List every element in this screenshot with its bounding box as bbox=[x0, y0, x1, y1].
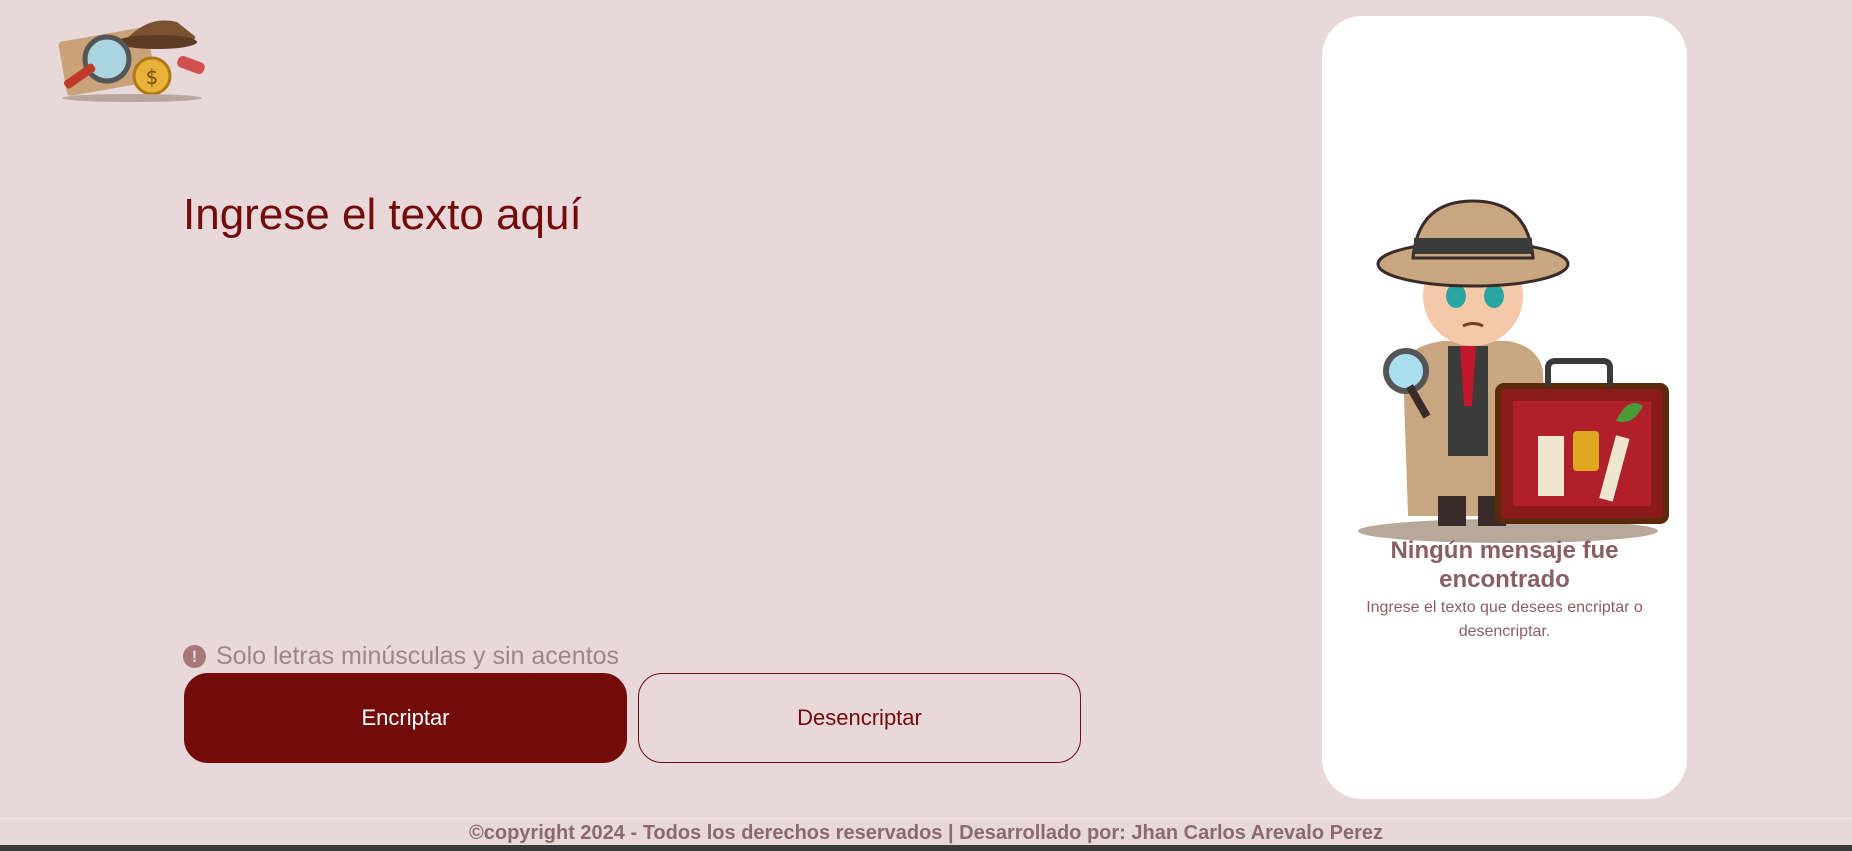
decrypt-button[interactable]: Desencriptar bbox=[638, 673, 1081, 763]
exclamation-circle-icon: ! bbox=[183, 645, 206, 668]
hint-text: Solo letras minúsculas y sin acentos bbox=[216, 642, 619, 670]
input-hint: ! Solo letras minúsculas y sin acentos bbox=[183, 642, 619, 671]
encrypt-button[interactable]: Encriptar bbox=[184, 673, 627, 763]
logo-icon: $ bbox=[58, 20, 205, 102]
bottom-bar bbox=[0, 845, 1852, 851]
result-panel: Ningún mensaje fue encontrado Ingrese el… bbox=[1322, 16, 1687, 799]
panel-text: Ingrese el texto que desees encriptar o … bbox=[1366, 599, 1643, 640]
panel-title: Ningún mensaje fue encontrado bbox=[1390, 537, 1619, 593]
svg-text:$: $ bbox=[146, 65, 159, 89]
detective-illustration-icon bbox=[1358, 199, 1669, 543]
footer-text: ©copyright 2024 - Todos los derechos res… bbox=[469, 822, 1383, 844]
text-input[interactable] bbox=[183, 190, 1083, 630]
footer-divider bbox=[0, 818, 1852, 819]
